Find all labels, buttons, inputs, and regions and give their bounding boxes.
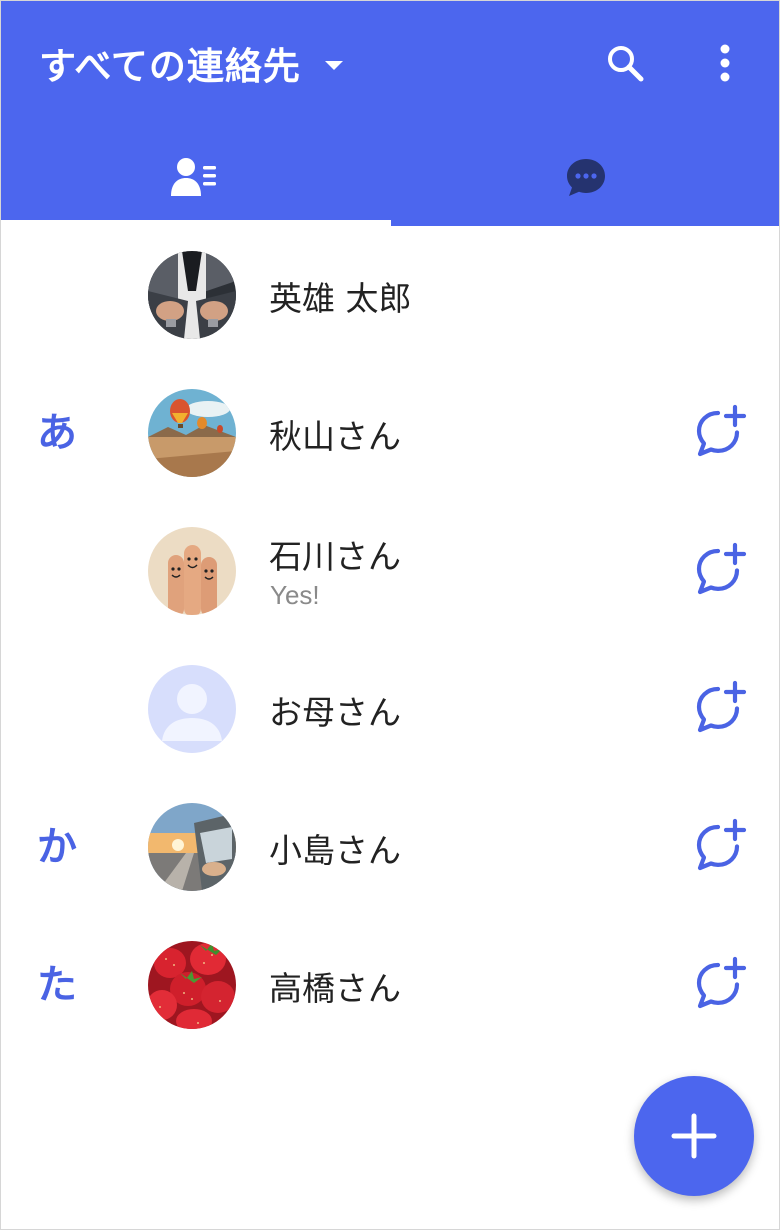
- avatar-photo: [148, 941, 236, 1029]
- plus-icon: [671, 1113, 717, 1159]
- contact-status: Yes!: [270, 580, 320, 610]
- contact-row[interactable]: か 小島さん: [1, 778, 779, 916]
- contacts-icon: [171, 157, 216, 196]
- contact-name: 英雄 太郎: [269, 279, 412, 318]
- avatar: [148, 941, 236, 1029]
- avatar: [148, 665, 236, 753]
- avatar: [148, 389, 236, 477]
- start-chat-icon[interactable]: [691, 956, 751, 1014]
- contact-row[interactable]: 石川さん Yes!: [1, 502, 779, 640]
- contact-name: 小島さん: [269, 831, 401, 870]
- start-chat-icon[interactable]: [691, 818, 751, 876]
- add-contact-button[interactable]: [634, 1076, 754, 1196]
- section-letter: た: [37, 962, 77, 1008]
- contact-name: 石川さん: [269, 537, 401, 576]
- contacts-filter-dropdown[interactable]: すべての連絡先: [39, 35, 343, 91]
- contact-name: お母さん: [269, 693, 401, 732]
- start-chat-icon[interactable]: [691, 680, 751, 738]
- avatar: [148, 803, 236, 891]
- more-options-button[interactable]: [701, 39, 749, 87]
- search-icon: [608, 46, 644, 82]
- avatar-photo: [148, 803, 236, 891]
- app-bar: すべての連絡先: [1, 1, 779, 226]
- avatar: [148, 251, 236, 339]
- contact-row[interactable]: 英雄 太郎: [1, 226, 779, 364]
- search-button[interactable]: [597, 39, 653, 87]
- avatar-photo: [148, 527, 236, 615]
- dropdown-caret-icon: [324, 60, 343, 70]
- chat-bubble-icon: [567, 158, 605, 196]
- screen: すべての連絡先 英雄 太郎 あ 秋山さん 石川さん Yes! お母さん か 小島…: [0, 0, 780, 1230]
- tab-chats[interactable]: [391, 129, 779, 226]
- default-person-icon: [148, 665, 236, 753]
- avatar: [148, 527, 236, 615]
- start-chat-icon[interactable]: [691, 404, 751, 462]
- contact-row[interactable]: あ 秋山さん: [1, 364, 779, 502]
- contact-row[interactable]: お母さん: [1, 640, 779, 778]
- start-chat-icon[interactable]: [691, 542, 751, 600]
- avatar-photo: [148, 251, 236, 339]
- contact-name: 高橋さん: [269, 969, 401, 1008]
- section-letter: あ: [37, 410, 77, 456]
- page-title: すべての連絡先: [39, 45, 301, 88]
- contact-name: 秋山さん: [269, 417, 401, 456]
- more-vert-icon: [720, 44, 730, 82]
- avatar-photo: [148, 389, 236, 477]
- section-letter: か: [37, 824, 77, 870]
- tab-contacts[interactable]: [1, 129, 391, 226]
- contact-row[interactable]: た 高橋さん: [1, 916, 779, 1054]
